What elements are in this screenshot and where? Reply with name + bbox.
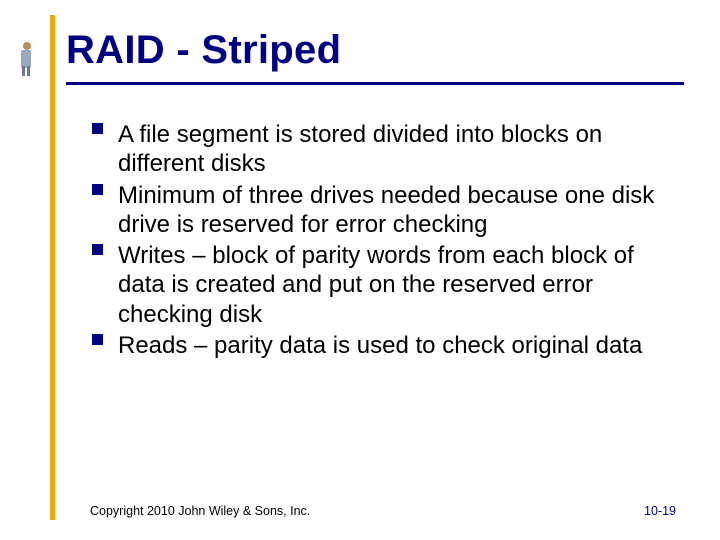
slide-title: RAID - Striped [66, 28, 341, 73]
title-underline [66, 82, 684, 85]
bullet-item: Writes – block of parity words from each… [90, 241, 668, 329]
slide-body: A file segment is stored divided into bl… [90, 120, 668, 362]
bullet-square-icon [92, 123, 103, 134]
mascot-figure-icon [15, 40, 37, 80]
bullet-list: A file segment is stored divided into bl… [90, 120, 668, 360]
bullet-square-icon [92, 334, 103, 345]
bullet-text: Minimum of three drives needed because o… [118, 182, 654, 238]
slide: RAID - Striped A file segment is stored … [0, 0, 720, 540]
bullet-text: Writes – block of parity words from each… [118, 242, 634, 328]
page-number: 10-19 [644, 504, 676, 518]
copyright-text: Copyright 2010 John Wiley & Sons, Inc. [90, 504, 310, 518]
bullet-text: A file segment is stored divided into bl… [118, 121, 602, 177]
bullet-square-icon [92, 244, 103, 255]
vertical-accent-bar [50, 15, 55, 520]
bullet-item: A file segment is stored divided into bl… [90, 120, 668, 179]
bullet-item: Minimum of three drives needed because o… [90, 181, 668, 240]
bullet-item: Reads – parity data is used to check ori… [90, 331, 668, 360]
bullet-square-icon [92, 184, 103, 195]
bullet-text: Reads – parity data is used to check ori… [118, 332, 642, 359]
